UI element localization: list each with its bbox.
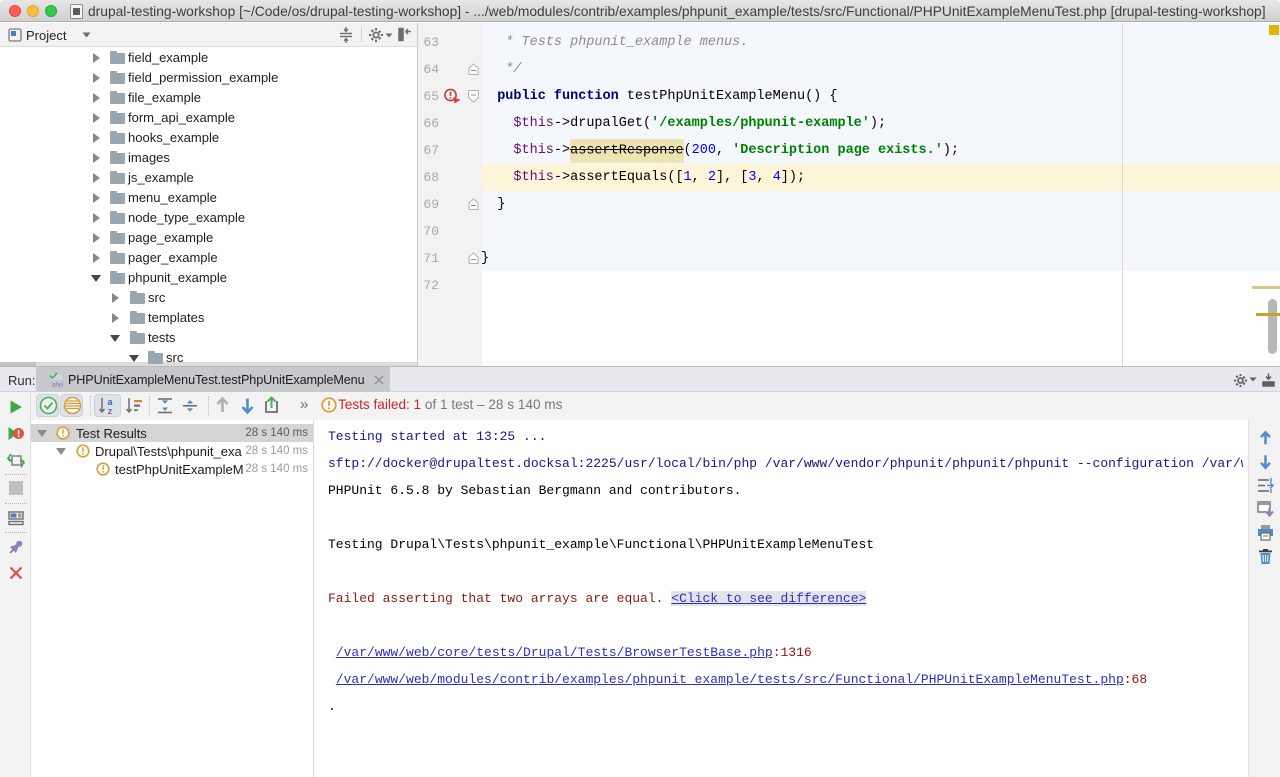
- svg-text:z: z: [108, 406, 113, 416]
- svg-text:php: php: [53, 382, 62, 388]
